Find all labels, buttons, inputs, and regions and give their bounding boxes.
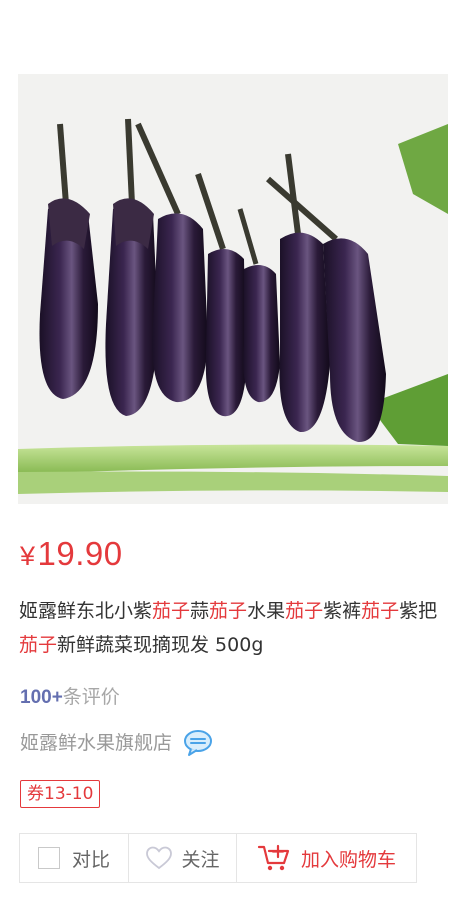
title-text-segment: 紫把	[399, 600, 438, 622]
coupon-badge[interactable]: 券13-10	[20, 780, 101, 808]
compare-button[interactable]: 对比	[20, 834, 129, 882]
follow-label: 关注	[181, 848, 220, 871]
title-keyword-highlight: 茄子	[285, 600, 324, 622]
cart-icon	[257, 844, 290, 871]
compare-label: 对比	[71, 848, 110, 871]
title-keyword-highlight: 茄子	[361, 600, 400, 622]
comment-label: 条评价	[62, 686, 120, 708]
product-title[interactable]: 姬露鲜东北小紫茄子蒜茄子水果茄子紫裤茄子紫把茄子新鲜蔬菜现摘现发 500g	[19, 594, 449, 662]
checkbox-icon[interactable]	[37, 847, 60, 869]
comment-count[interactable]: 100+	[20, 687, 63, 708]
title-text-segment: 水果	[247, 600, 286, 622]
title-keyword-highlight: 茄子	[19, 634, 58, 656]
title-text-segment: 新鲜蔬菜现摘现发 500g	[57, 634, 264, 656]
price-currency: ¥	[20, 541, 36, 571]
heart-icon	[146, 846, 173, 870]
comment-summary[interactable]: 100+条评价	[20, 682, 120, 713]
title-keyword-highlight: 茄子	[152, 600, 191, 622]
action-bar: 对比 关注 加入购物车	[19, 833, 417, 883]
chat-icon[interactable]	[182, 729, 214, 757]
add-to-cart-button[interactable]: 加入购物车	[237, 834, 416, 882]
title-text-segment: 姬露鲜东北小紫	[19, 600, 153, 622]
shop-info: 姬露鲜水果旗舰店	[20, 728, 214, 758]
follow-button[interactable]: 关注	[129, 834, 237, 882]
title-keyword-highlight: 茄子	[209, 600, 248, 622]
title-text-segment: 紫裤	[323, 600, 362, 622]
product-image[interactable]	[18, 74, 448, 504]
shop-name[interactable]: 姬露鲜水果旗舰店	[20, 728, 172, 758]
cart-label: 加入购物车	[300, 848, 396, 871]
price-value: 19.90	[37, 535, 123, 572]
title-text-segment: 蒜	[190, 600, 210, 622]
product-price: ¥19.90	[20, 532, 123, 578]
product-card: ¥19.90 姬露鲜东北小紫茄子蒜茄子水果茄子紫裤茄子紫把茄子新鲜蔬菜现摘现发 …	[0, 0, 466, 921]
